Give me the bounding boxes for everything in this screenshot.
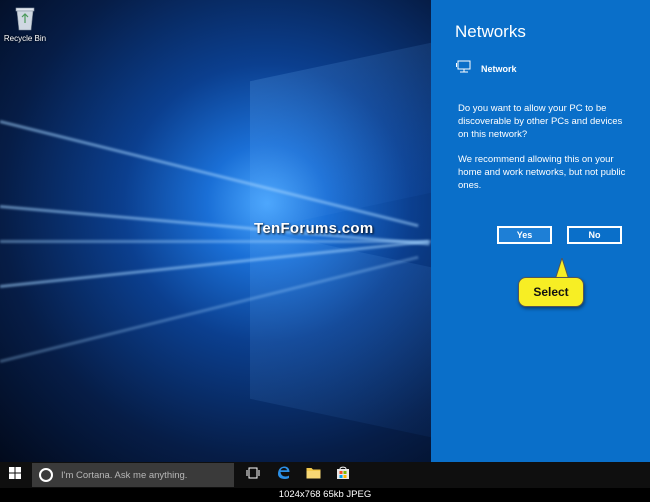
discoverable-question: Do you want to allow your PC to be disco… [458, 103, 623, 140]
search-placeholder: I'm Cortana. Ask me anything. [61, 469, 188, 481]
windows-start-icon [9, 466, 21, 484]
cortana-search-box[interactable]: I'm Cortana. Ask me anything. [32, 463, 234, 487]
light-beam [0, 240, 431, 243]
network-row: Network [456, 60, 517, 78]
edge-icon [276, 465, 291, 485]
start-button[interactable] [0, 462, 30, 488]
panel-title: Networks [455, 22, 526, 41]
task-view-icon [246, 466, 260, 484]
store-button[interactable] [328, 462, 358, 488]
network-monitor-icon [456, 60, 472, 78]
recycle-bin-icon [14, 5, 36, 31]
watermark-text: TenForums.com [254, 220, 374, 237]
yes-button[interactable]: Yes [497, 226, 552, 244]
file-explorer-icon [306, 466, 321, 484]
network-name: Network [481, 64, 517, 74]
edge-button[interactable] [268, 462, 298, 488]
recycle-bin-shortcut[interactable]: Recycle Bin [3, 5, 47, 43]
taskbar: I'm Cortana. Ask me anything. [0, 462, 650, 488]
recycle-bin-label: Recycle Bin [3, 34, 47, 43]
store-icon [336, 465, 350, 485]
networks-flyout: Networks Network Do you want to allow yo… [431, 0, 650, 462]
select-callout: Select [518, 277, 584, 307]
recommendation-text: We recommend allowing this on your home … [458, 154, 626, 191]
windows-logo-light-pane [250, 38, 431, 232]
desktop-background: Recycle Bin TenForums.com [0, 0, 431, 462]
image-info-caption: 1024x768 65kb JPEG [0, 488, 650, 502]
cortana-circle-icon [39, 468, 53, 482]
task-view-button[interactable] [238, 462, 268, 488]
no-button[interactable]: No [567, 226, 622, 244]
file-explorer-button[interactable] [298, 462, 328, 488]
